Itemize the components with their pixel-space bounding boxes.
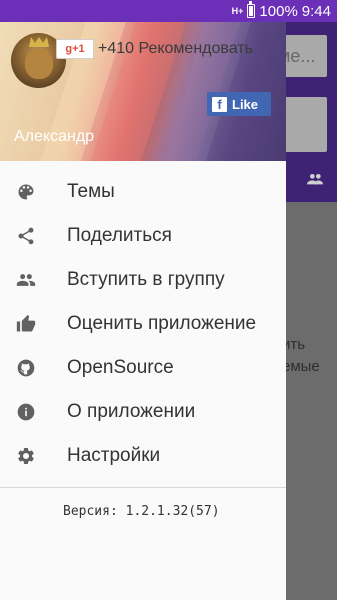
menu-item-label: Настройки bbox=[67, 445, 161, 466]
facebook-icon: f bbox=[212, 96, 227, 112]
background-text-line: ить bbox=[282, 336, 306, 353]
menu-item-label: Поделиться bbox=[67, 225, 172, 246]
menu-item-label: Вступить в группу bbox=[67, 269, 225, 290]
menu-item-label: О приложении bbox=[67, 401, 196, 422]
facebook-like-label: Like bbox=[232, 96, 259, 112]
palette-icon bbox=[0, 182, 67, 202]
navigation-drawer: g+1 +410 Рекомендовать f Like Александр … bbox=[0, 22, 286, 600]
background-text-line: емые bbox=[282, 358, 320, 375]
menu-item-opensource[interactable]: OpenSource bbox=[0, 346, 286, 390]
info-icon bbox=[0, 402, 67, 422]
menu-item-about[interactable]: О приложении bbox=[0, 390, 286, 434]
background-group-icon bbox=[307, 172, 323, 188]
recommend-count: +410 Рекомендовать bbox=[98, 40, 253, 57]
drawer-menu: Темы Поделиться Вступить в группу Оценит… bbox=[0, 161, 286, 478]
drawer-header: g+1 +410 Рекомендовать f Like Александр bbox=[0, 22, 286, 161]
group-icon bbox=[0, 270, 67, 290]
status-bar: H+ 100% 9:44 bbox=[0, 0, 337, 22]
divider bbox=[0, 487, 286, 488]
facebook-like-button[interactable]: f Like bbox=[207, 92, 271, 116]
network-indicator: H+ bbox=[231, 6, 244, 16]
menu-item-label: Темы bbox=[67, 181, 115, 202]
menu-item-share[interactable]: Поделиться bbox=[0, 214, 286, 258]
gear-icon bbox=[0, 446, 67, 466]
google-plus-button[interactable]: g+1 bbox=[56, 39, 94, 59]
clock: 9:44 bbox=[301, 2, 331, 20]
battery-icon bbox=[247, 1, 256, 18]
username: Александр bbox=[14, 128, 95, 145]
menu-item-label: Оценить приложение bbox=[67, 313, 257, 334]
menu-item-settings[interactable]: Настройки bbox=[0, 434, 286, 478]
battery-percent: 100% bbox=[259, 2, 298, 20]
menu-item-join-group[interactable]: Вступить в группу bbox=[0, 258, 286, 302]
background-text: ить емые bbox=[282, 334, 320, 378]
share-icon bbox=[0, 226, 67, 246]
thumb-up-icon bbox=[0, 314, 67, 334]
app-version: Версия: 1.2.1.32(57) bbox=[63, 504, 220, 519]
menu-item-label: OpenSource bbox=[67, 357, 174, 378]
github-icon bbox=[0, 358, 67, 378]
menu-item-rate-app[interactable]: Оценить приложение bbox=[0, 302, 286, 346]
menu-item-themes[interactable]: Темы bbox=[0, 170, 286, 214]
